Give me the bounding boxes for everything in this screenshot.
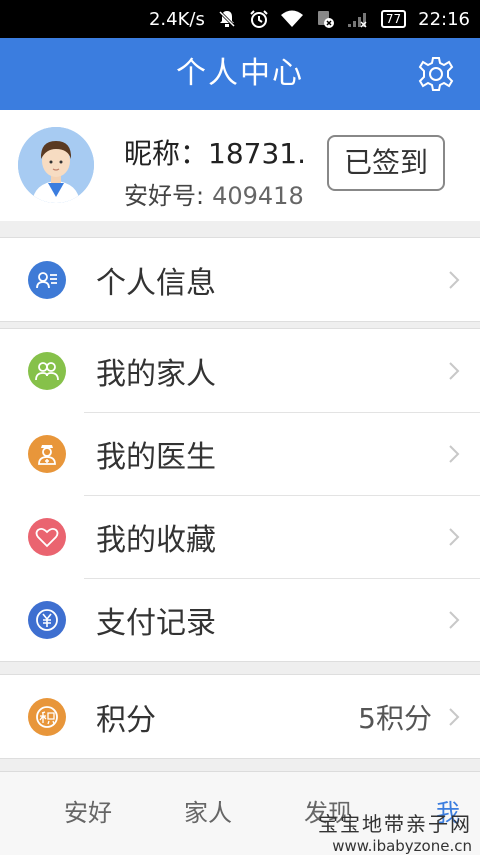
wifi-icon [280,10,303,28]
nickname-label: 昵称： [124,137,209,170]
profile-card: 昵称：18731. 安好号: 409418 已签到 [0,110,480,221]
chevron-right-icon [449,444,460,463]
menu-item-label: 我的收藏 [96,522,216,558]
family-icon [28,351,66,390]
menu-item-label: 我的家人 [96,356,216,392]
heart-icon [28,517,66,556]
watermark-line-1: 宝宝地带亲子网 [318,812,472,836]
menu-item-payments[interactable]: 支付记录 [0,578,480,661]
menu-item-label: 我的医生 [96,439,216,475]
chevron-right-icon [449,270,460,289]
yuan-icon [28,600,66,639]
signal-icon [347,10,369,28]
user-id: 安好号: 409418 [124,176,304,211]
points-value: 5积分 [358,701,432,735]
network-speed: 2.4K/s [148,8,205,30]
menu-item-doctor[interactable]: 我的医生 [0,412,480,495]
alarm-icon [249,9,269,29]
avatar[interactable] [18,127,94,203]
notifications-off-icon [217,9,237,29]
sim-card-icon [315,9,335,29]
watermark-line-2: www.ibabyzone.cn [332,837,472,855]
menu-item-label: 支付记录 [96,605,216,641]
menu-item-label: 个人信息 [96,265,216,301]
menu-item-favorites[interactable]: 我的收藏 [0,495,480,578]
chevron-right-icon [449,361,460,380]
app-header: 个人中心 [0,38,480,110]
nickname-value: 18731. [208,137,306,170]
clock: 22:16 [418,8,470,30]
status-bar: 2.4K/s 77 22:16 [0,0,480,38]
checkin-button[interactable]: 已签到 [327,135,445,191]
menu-item-family[interactable]: 我的家人 [0,329,480,412]
watermark: 宝宝地带亲子网 www.ibabyzone.cn [318,808,472,855]
doctor-icon [28,434,66,473]
user-id-value: 409418 [212,182,304,210]
menu-group-points: 积分 5积分 [0,674,480,759]
nickname: 昵称：18731. [124,132,306,172]
menu-item-points[interactable]: 积分 5积分 [0,675,480,758]
chevron-right-icon [449,527,460,546]
profile-card-icon [28,260,66,299]
chevron-right-icon [449,707,460,726]
chevron-right-icon [449,610,460,629]
points-icon [28,697,66,736]
page-title: 个人中心 [176,56,304,91]
menu-item-personal-info[interactable]: 个人信息 [0,238,480,321]
menu-item-label: 积分 [96,702,156,738]
battery-icon: 77 [380,10,407,28]
menu-group-info: 个人信息 [0,237,480,322]
tab-home[interactable]: 安好 [28,772,148,855]
user-id-label: 安好号: [124,182,205,210]
tab-family[interactable]: 家人 [148,772,268,855]
menu-group-main: 我的家人 我的医生 我的收藏 支付记录 [0,328,480,662]
gear-icon[interactable] [418,56,454,92]
